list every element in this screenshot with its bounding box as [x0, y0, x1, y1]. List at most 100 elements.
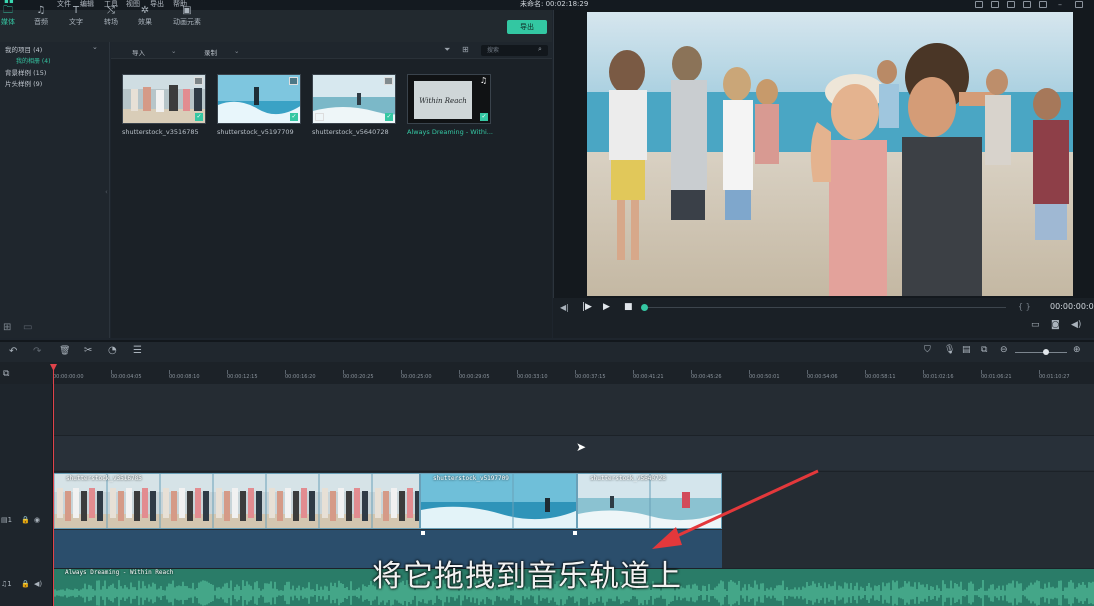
clip-label: Always Dreaming - Within Reach — [65, 569, 174, 576]
camera-icon[interactable]: ◙ — [1051, 320, 1060, 330]
tab-transition[interactable]: ⤭ 转场 — [95, 5, 127, 31]
lock-icon[interactable]: 🔒 — [21, 516, 30, 524]
redo-icon[interactable]: ↷ — [33, 346, 41, 357]
zoom-slider[interactable] — [1015, 352, 1067, 353]
track-headers — [0, 384, 53, 606]
clip-filmstrip — [421, 474, 576, 528]
checkmark-icon: ✓ — [195, 113, 203, 121]
playhead[interactable] — [53, 364, 54, 606]
marker-icon[interactable]: ⛉ — [924, 345, 931, 355]
ruler-tick-mark — [807, 370, 808, 374]
library-item-my-album[interactable]: 我的相册 (4) — [16, 56, 50, 65]
play-icon[interactable]: ▶ — [603, 302, 610, 312]
ruler-tick-label: 00:00:41:21 — [633, 374, 664, 380]
ruler-tick-label: 00:00:33:10 — [517, 374, 548, 380]
beach-scene-frame — [587, 12, 1073, 296]
collapse-handle-icon[interactable]: ‹ — [105, 188, 108, 196]
zoom-handle[interactable] — [1043, 349, 1049, 355]
filter-icon[interactable]: ⏷ — [444, 45, 450, 55]
mail-icon[interactable] — [1023, 1, 1031, 8]
music-icon: ♫ — [36, 5, 46, 16]
tab-media[interactable]: 🗀 媒体 — [0, 5, 24, 31]
timecode: 00:00:00:0 — [1050, 302, 1094, 311]
media-thumb-4[interactable]: Within Reach ♫ ✓ — [407, 74, 491, 124]
minimize-icon[interactable]: – — [1058, 0, 1062, 9]
undo-icon[interactable]: ↶ — [9, 346, 17, 357]
chevron-down-icon[interactable]: ⌄ — [92, 43, 98, 51]
adjust-icon[interactable]: ☰ — [133, 345, 142, 356]
tab-elements-label: 动画元素 — [173, 18, 201, 26]
stop-icon[interactable]: ■ — [624, 302, 633, 312]
clip-handle[interactable] — [421, 531, 425, 535]
mixer-icon[interactable]: ▤ — [962, 345, 971, 355]
grid-view-icon[interactable]: ⊞ — [462, 45, 469, 54]
ruler-tick-label: 00:00:12:15 — [227, 374, 258, 380]
video-badge-icon — [194, 77, 203, 85]
ruler-tick-mark — [633, 370, 634, 374]
checkmark-icon: ✓ — [385, 113, 393, 121]
media-thumb-1[interactable]: ✓ — [122, 74, 206, 124]
search-icon[interactable]: ⌕ — [538, 45, 542, 54]
timeline-ruler[interactable] — [0, 362, 1094, 384]
export-button[interactable]: 导出 — [507, 20, 547, 34]
chevron-down-icon[interactable]: ⌄ — [234, 47, 239, 55]
trash-icon[interactable]: 🗑 — [59, 346, 70, 356]
ruler-tick-label: 00:01:06:21 — [981, 374, 1012, 380]
clip-handle[interactable] — [573, 531, 577, 535]
video-clip-2[interactable]: shutterstock_v5197709 — [420, 473, 577, 529]
tab-elements[interactable]: ▣ 动画元素 — [168, 5, 206, 31]
ruler-tick-mark — [749, 370, 750, 374]
cart-icon[interactable] — [991, 1, 999, 8]
ruler-tick-mark — [1039, 370, 1040, 374]
tab-text-label: 文字 — [69, 18, 83, 26]
checkmark-icon: ✓ — [290, 113, 298, 121]
video-clip-1[interactable]: shutterstock_v3516785 — [53, 473, 420, 529]
speaker-icon[interactable]: ◀) — [34, 580, 42, 588]
speed-icon[interactable]: ◔ — [108, 345, 117, 356]
track-divider — [53, 471, 1094, 472]
zoom-in-icon[interactable]: ⊕ — [1073, 345, 1081, 355]
import-dropdown[interactable]: 导入 — [132, 47, 145, 57]
ruler-tick-label: 00:01:10:27 — [1039, 374, 1070, 380]
mic-icon[interactable]: 🎙 — [944, 345, 955, 355]
volume-icon[interactable]: ◀) — [1071, 320, 1081, 330]
ruler-tick-label: 00:00:08:10 — [169, 374, 200, 380]
folder-icon: 🗀 — [3, 5, 13, 16]
eye-icon[interactable]: ◉ — [34, 516, 40, 524]
ruler-tick-mark — [285, 370, 286, 374]
folder-icon[interactable]: ▭ — [23, 322, 32, 333]
record-dropdown[interactable]: 录制 — [204, 47, 217, 57]
account-icon[interactable] — [975, 1, 983, 8]
tab-text[interactable]: T 文字 — [60, 5, 92, 31]
ruler-tick-label: 00:00:04:05 — [111, 374, 142, 380]
step-back-icon[interactable]: ◀| — [560, 303, 569, 312]
progress-track[interactable] — [644, 307, 1006, 308]
monitor-icon[interactable]: ▭ — [1031, 320, 1040, 330]
zoom-out-icon[interactable]: ⊖ — [1000, 345, 1008, 355]
play-frame-icon[interactable]: |▶ — [582, 302, 592, 312]
lock-icon[interactable]: 🔒 — [21, 580, 30, 588]
maximize-icon[interactable] — [1075, 1, 1083, 8]
library-item-my-project[interactable]: 我的项目 (4) — [5, 44, 42, 54]
media-thumb-3[interactable]: ✓ — [312, 74, 396, 124]
cut-icon[interactable]: ✂ — [84, 345, 92, 356]
tab-effects[interactable]: ✲ 效果 — [129, 5, 161, 31]
library-item-intro[interactable]: 片头样例 (9) — [5, 78, 42, 88]
ruler-tick-mark — [169, 370, 170, 374]
add-track-icon[interactable]: ⧉ — [3, 369, 9, 379]
new-folder-icon[interactable]: ⊞ — [3, 322, 11, 333]
media-thumb-2[interactable]: ✓ — [217, 74, 301, 124]
album-art-thumbnail: Within Reach — [408, 75, 490, 123]
transition-icon: ⤭ — [107, 5, 115, 16]
library-item-background[interactable]: 背景样例 (15) — [5, 67, 46, 77]
download-icon[interactable] — [1039, 1, 1047, 8]
chevron-down-icon[interactable]: ⌄ — [171, 47, 176, 55]
empty-track[interactable] — [53, 436, 1094, 470]
tab-audio[interactable]: ♫ 音频 — [25, 5, 57, 31]
ruler-tick-label: 00:00:29:05 — [459, 374, 490, 380]
bracket-icon[interactable]: { } — [1018, 302, 1031, 311]
ruler-tick-label: 00:01:02:16 — [923, 374, 954, 380]
save-icon[interactable] — [1007, 1, 1015, 8]
progress-handle[interactable] — [641, 304, 648, 311]
snapshot-icon[interactable]: ⧉ — [981, 345, 987, 355]
